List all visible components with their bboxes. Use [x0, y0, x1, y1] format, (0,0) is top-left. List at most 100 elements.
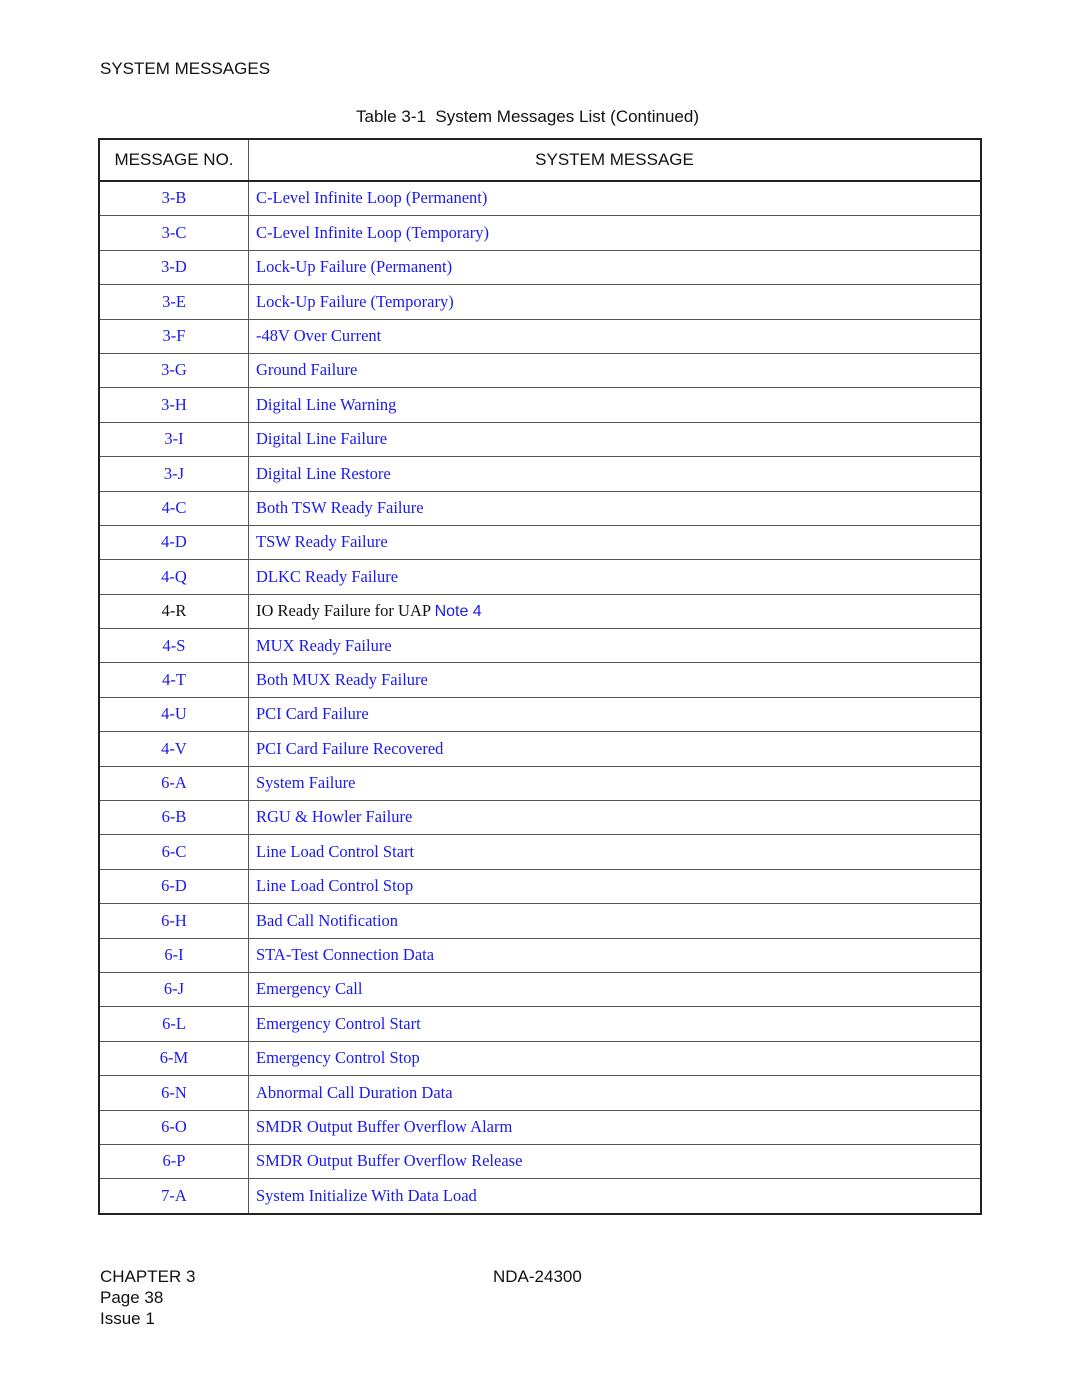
table-row: 3-H Digital Line Warning: [99, 387, 981, 423]
system-message-link[interactable]: Abnormal Call Duration Data: [256, 1083, 453, 1102]
message-no-cell: 6-M: [99, 1040, 249, 1076]
table-row: 3-B C-Level Infinite Loop (Permanent): [99, 180, 981, 216]
table-caption: Table 3-1 System Messages List (Continue…: [356, 107, 699, 126]
message-no[interactable]: 6-J: [164, 979, 184, 998]
footer-left: CHAPTER 3 Page 38 Issue 1: [100, 1266, 195, 1329]
table-body: 3-B C-Level Infinite Loop (Permanent) 3-C C…: [99, 180, 981, 1214]
message-no-cell: 6-D: [99, 868, 249, 904]
table-row: 6-N Abnormal Call Duration Data: [99, 1075, 981, 1111]
message-no-cell: 4-D: [99, 524, 249, 560]
message-no[interactable]: 6-B: [162, 807, 187, 826]
message-no[interactable]: 3-B: [162, 188, 187, 207]
message-no[interactable]: 4-D: [161, 532, 187, 551]
system-message-link[interactable]: SMDR Output Buffer Overflow Alarm: [256, 1117, 512, 1136]
system-message-link[interactable]: Both MUX Ready Failure: [256, 670, 428, 689]
table-row: 4-D TSW Ready Failure: [99, 524, 981, 560]
message-no[interactable]: 6-D: [161, 876, 187, 895]
table-row: 3-E Lock-Up Failure (Temporary): [99, 284, 981, 320]
system-message-link[interactable]: System Initialize With Data Load: [256, 1186, 477, 1205]
message-no-cell: 4-U: [99, 696, 249, 732]
message-no[interactable]: 3-E: [162, 292, 186, 311]
system-message-link[interactable]: PCI Card Failure: [256, 704, 369, 723]
message-no-cell: 3-I: [99, 421, 249, 457]
system-message-link[interactable]: Emergency Control Start: [256, 1014, 421, 1033]
message-no[interactable]: 6-A: [161, 773, 187, 792]
message-no[interactable]: 6-N: [161, 1083, 187, 1102]
system-message-link[interactable]: RGU & Howler Failure: [256, 807, 412, 826]
table-row: 3-F -48V Over Current: [99, 318, 981, 354]
system-message-link[interactable]: Bad Call Notification: [256, 911, 398, 930]
message-no[interactable]: 3-F: [163, 326, 186, 345]
system-message-link[interactable]: Digital Line Warning: [256, 395, 396, 414]
message-no-cell: 3-E: [99, 284, 249, 320]
message-no[interactable]: 4-T: [162, 670, 186, 689]
message-no-cell: 4-S: [99, 628, 249, 663]
system-message-cell: Emergency Control Stop: [248, 1040, 981, 1076]
table-row: 4-U PCI Card Failure: [99, 696, 981, 732]
message-no[interactable]: 6-I: [164, 945, 183, 964]
system-message-link[interactable]: DLKC Ready Failure: [256, 567, 398, 586]
system-message-link[interactable]: MUX Ready Failure: [256, 636, 392, 655]
system-message-cell: Both TSW Ready Failure: [248, 490, 981, 526]
system-message-text: IO Ready Failure for UAP: [256, 600, 431, 620]
message-no[interactable]: 3-H: [161, 395, 187, 414]
message-no-cell: 6-A: [99, 765, 249, 801]
message-no[interactable]: 6-H: [161, 911, 187, 930]
table-row: 6-I STA-Test Connection Data: [99, 937, 981, 973]
system-message-link[interactable]: Digital Line Restore: [256, 464, 391, 483]
system-message-link[interactable]: Emergency Call: [256, 979, 362, 998]
message-no[interactable]: 6-M: [160, 1048, 188, 1067]
note-link[interactable]: Note 4: [435, 603, 482, 620]
message-no[interactable]: 3-J: [164, 464, 184, 483]
system-message-link[interactable]: STA-Test Connection Data: [256, 945, 434, 964]
system-message-link[interactable]: SMDR Output Buffer Overflow Release: [256, 1151, 522, 1170]
system-message-link[interactable]: Ground Failure: [256, 360, 357, 379]
message-no[interactable]: 7-A: [161, 1186, 187, 1205]
table-row: 6-H Bad Call Notification: [99, 903, 981, 939]
system-message-link[interactable]: Lock-Up Failure (Temporary): [256, 292, 454, 311]
message-no[interactable]: 3-C: [162, 223, 187, 242]
system-message-link[interactable]: Lock-Up Failure (Permanent): [256, 257, 452, 276]
system-message-cell: IO Ready Failure for UAP Note 4: [248, 593, 981, 629]
message-no[interactable]: 6-C: [162, 842, 187, 861]
table-row: 3-D Lock-Up Failure (Permanent): [99, 249, 981, 285]
system-message-link[interactable]: C-Level Infinite Loop (Permanent): [256, 188, 487, 207]
message-no-cell: 4-R: [99, 593, 249, 629]
system-message-link[interactable]: System Failure: [256, 773, 355, 792]
message-no[interactable]: 3-G: [161, 360, 187, 379]
system-message-cell: Emergency Call: [248, 971, 981, 1007]
table-row: 3-G Ground Failure: [99, 352, 981, 388]
message-no[interactable]: 6-L: [162, 1014, 186, 1033]
message-no[interactable]: 6-O: [161, 1117, 187, 1136]
message-no-cell: 6-I: [99, 937, 249, 973]
system-message-link[interactable]: TSW Ready Failure: [256, 532, 388, 551]
message-no[interactable]: 4-V: [161, 739, 187, 758]
message-no[interactable]: 4-Q: [161, 567, 187, 586]
message-no[interactable]: 4-U: [161, 704, 187, 723]
message-no-cell: 3-F: [99, 318, 249, 354]
system-message-cell: STA-Test Connection Data: [248, 937, 981, 973]
table-row: 6-B RGU & Howler Failure: [99, 800, 981, 835]
system-message-cell: Line Load Control Start: [248, 834, 981, 870]
message-no-cell: 7-A: [99, 1178, 249, 1214]
table-row: 4-V PCI Card Failure Recovered: [99, 731, 981, 767]
system-message-link[interactable]: PCI Card Failure Recovered: [256, 739, 443, 758]
message-no-cell: 6-P: [99, 1143, 249, 1179]
table-row: 6-P SMDR Output Buffer Overflow Release: [99, 1143, 981, 1179]
message-no[interactable]: 4-C: [162, 498, 187, 517]
system-message-link[interactable]: Digital Line Failure: [256, 429, 387, 448]
message-no[interactable]: 6-P: [163, 1151, 186, 1170]
system-message-cell: PCI Card Failure: [248, 696, 981, 732]
system-message-link[interactable]: C-Level Infinite Loop (Temporary): [256, 223, 489, 242]
system-message-link[interactable]: Line Load Control Stop: [256, 876, 413, 895]
table-row: 6-A System Failure: [99, 765, 981, 801]
column-header-system-message: SYSTEM MESSAGE: [248, 139, 981, 182]
system-message-link[interactable]: Emergency Control Stop: [256, 1048, 420, 1067]
system-message-link[interactable]: Both TSW Ready Failure: [256, 498, 424, 517]
system-message-link[interactable]: Line Load Control Start: [256, 842, 414, 861]
system-message-link[interactable]: -48V Over Current: [256, 326, 381, 345]
message-no[interactable]: 4-S: [163, 636, 186, 655]
table-row: 6-M Emergency Control Stop: [99, 1040, 981, 1076]
message-no[interactable]: 3-I: [164, 429, 183, 448]
message-no[interactable]: 3-D: [161, 257, 187, 276]
